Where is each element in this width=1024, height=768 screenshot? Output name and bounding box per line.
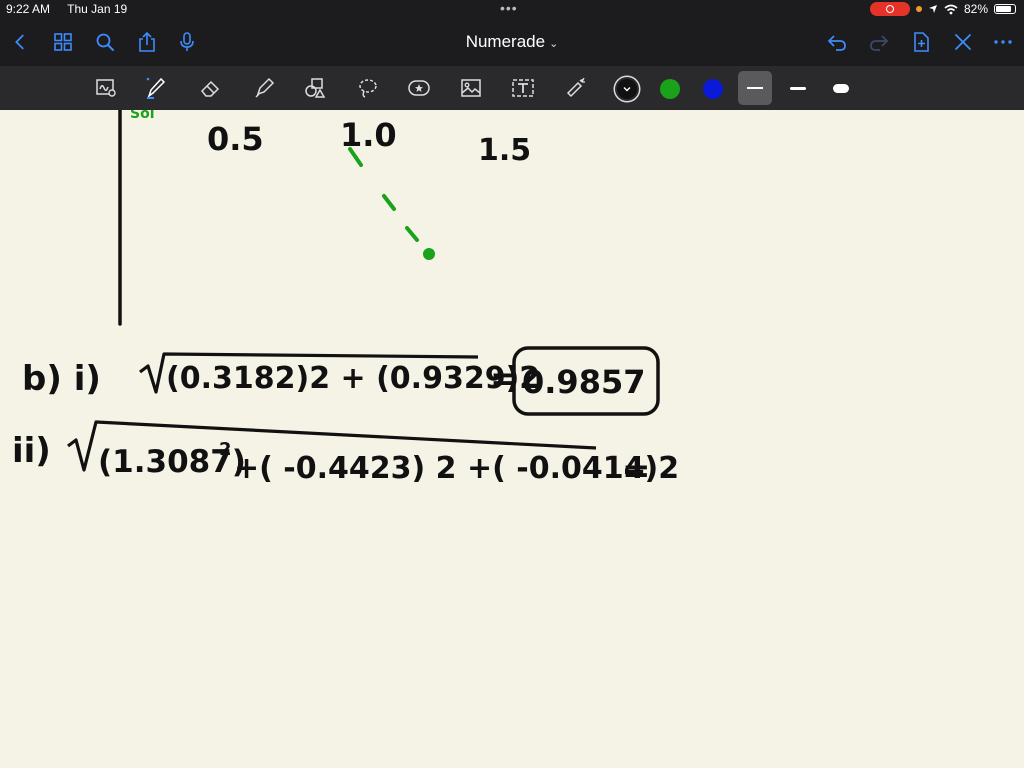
stroke-width-thin[interactable] bbox=[738, 71, 772, 105]
sticker-icon[interactable] bbox=[404, 74, 434, 102]
more-icon[interactable] bbox=[990, 28, 1016, 56]
part-b-i-label: b) i) bbox=[22, 359, 101, 399]
drawing-toolbar bbox=[0, 66, 1024, 110]
lasso-icon[interactable] bbox=[353, 74, 383, 102]
status-date: Thu Jan 19 bbox=[67, 2, 128, 16]
axis-label-1-5: 1.5 bbox=[478, 133, 531, 168]
document-title-text: Numerade bbox=[465, 32, 546, 51]
status-bar-left: 9:22 AM Thu Jan 19 bbox=[6, 2, 141, 16]
part-b-ii-expression-2: +( -0.4423) 2 +( -0.0414)2 bbox=[234, 451, 679, 486]
scan-icon[interactable] bbox=[91, 74, 121, 102]
equals-sign-ii: = bbox=[622, 451, 651, 491]
eraser-icon[interactable] bbox=[196, 74, 226, 102]
screen-recording-icon[interactable] bbox=[869, 2, 910, 16]
battery-percent: 82% bbox=[963, 2, 988, 16]
image-icon[interactable] bbox=[456, 74, 486, 102]
wifi-icon bbox=[944, 4, 958, 14]
green-dashed-line bbox=[348, 147, 419, 242]
chevron-down-icon: ⌄ bbox=[549, 38, 559, 50]
handwriting-layer: Sol 0.5 1.0 1.5 b) i) (0.3182)2 + (0.932… bbox=[12, 110, 679, 491]
stroke-width-medium[interactable] bbox=[781, 71, 815, 105]
highlighter-icon[interactable] bbox=[249, 74, 279, 102]
undo-icon[interactable] bbox=[824, 28, 850, 56]
shapes-icon[interactable] bbox=[300, 74, 330, 102]
top-bar: 9:22 AM Thu Jan 19 ••• 82% Numerade ⌄ bbox=[0, 0, 1024, 66]
laser-pointer-icon[interactable] bbox=[561, 74, 591, 102]
green-data-point bbox=[423, 248, 435, 260]
text-box-icon[interactable] bbox=[508, 74, 538, 102]
add-page-icon[interactable] bbox=[908, 28, 934, 56]
part-b-i-result: 0.9857 bbox=[522, 363, 645, 401]
close-icon[interactable] bbox=[950, 28, 976, 56]
battery-icon bbox=[994, 4, 1016, 14]
redo-icon[interactable] bbox=[866, 28, 892, 56]
location-icon bbox=[928, 5, 937, 13]
color-swatch-blue[interactable] bbox=[703, 79, 723, 99]
part-b-i-expression: (0.3182)2 + (0.9329)2 bbox=[166, 361, 540, 396]
color-swatch-black[interactable] bbox=[617, 79, 637, 99]
note-canvas[interactable]: Sol 0.5 1.0 1.5 b) i) (0.3182)2 + (0.932… bbox=[0, 110, 1024, 768]
color-swatch-green[interactable] bbox=[660, 79, 680, 99]
part-b-ii-exponent: 2 bbox=[219, 439, 232, 460]
status-bar-right: 82% bbox=[869, 2, 1016, 16]
axis-label-0-5: 0.5 bbox=[207, 120, 264, 158]
partial-green-label: Sol bbox=[130, 110, 155, 122]
status-time: 9:22 AM bbox=[6, 2, 51, 16]
chevron-down-icon bbox=[623, 87, 631, 92]
pen-icon[interactable] bbox=[141, 74, 171, 102]
multitasking-dots-icon[interactable]: ••• bbox=[500, 0, 518, 16]
stroke-width-thick[interactable] bbox=[824, 71, 858, 105]
part-b-ii-label: ii) bbox=[12, 431, 51, 471]
mic-in-use-indicator-icon bbox=[915, 6, 922, 12]
